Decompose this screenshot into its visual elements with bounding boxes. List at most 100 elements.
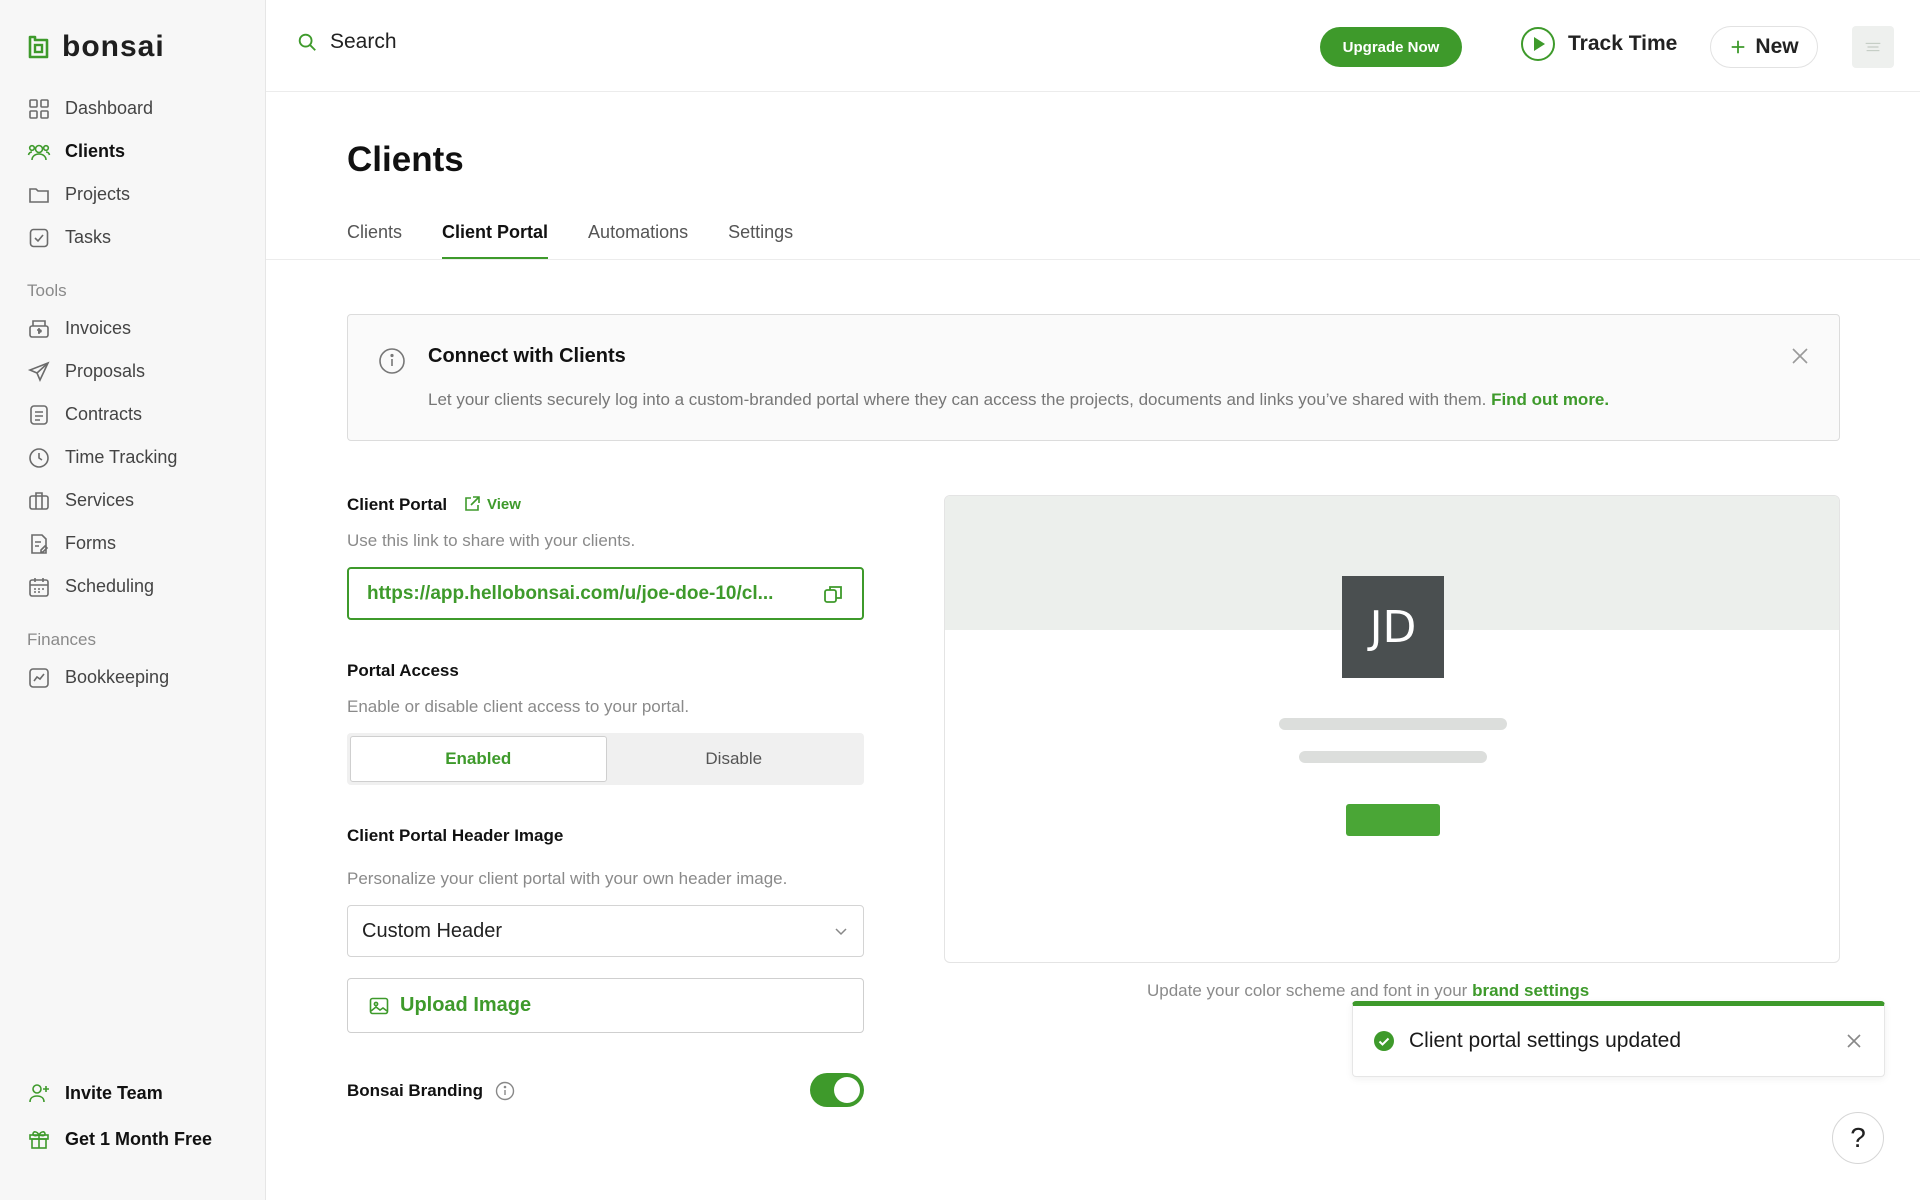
sidebar-section-tools: Tools	[27, 281, 67, 300]
sidebar-item-contracts[interactable]: Contracts	[0, 393, 266, 436]
grid-icon	[29, 98, 49, 119]
sidebar-item-services[interactable]: Services	[0, 479, 266, 522]
help-button[interactable]: ?	[1832, 1112, 1884, 1164]
sidebar-item-label: Clients	[65, 141, 126, 161]
sidebar-item-label: Tasks	[65, 227, 112, 247]
find-out-more-link[interactable]: Find out more.	[1491, 390, 1609, 409]
preview-placeholder-line	[1279, 718, 1507, 730]
clock-icon	[29, 447, 49, 468]
sidebar-item-label: Dashboard	[65, 98, 154, 118]
sidebar-bottom: Invite Team Get 1 Month Free	[0, 1070, 266, 1162]
tabs-divider	[266, 259, 1920, 260]
toast-notification: Client portal settings updated	[1352, 1001, 1885, 1077]
info-icon[interactable]	[495, 1081, 515, 1101]
view-label: View	[487, 495, 521, 513]
avatar-image-icon	[1865, 42, 1881, 52]
sidebar-item-label: Invoices	[65, 318, 132, 338]
search-button[interactable]: Search	[296, 30, 397, 54]
portal-preview: JD	[944, 495, 1840, 963]
sidebar-item-label: Scheduling	[65, 576, 155, 596]
sidebar-item-label: Services	[65, 490, 135, 510]
info-icon	[379, 348, 405, 374]
search-icon	[298, 33, 316, 51]
preview-placeholder-line	[1299, 751, 1487, 763]
user-plus-icon	[29, 1084, 49, 1103]
check-circle-icon	[1374, 1031, 1394, 1051]
sidebar-item-label: Forms	[65, 533, 116, 553]
info-description: Let your clients securely log into a cus…	[428, 390, 1492, 409]
connect-info-banner: Connect with Clients Let your clients se…	[347, 314, 1840, 441]
view-portal-link[interactable]: View	[463, 495, 521, 513]
form-icon	[31, 533, 49, 554]
chevron-down-icon	[835, 928, 847, 936]
sidebar-item-projects[interactable]: Projects	[0, 173, 266, 216]
external-link-icon	[465, 496, 480, 511]
sidebar-item-label: Invite Team	[65, 1082, 163, 1103]
sidebar-item-tasks[interactable]: Tasks	[0, 216, 266, 259]
header-image-label: Client Portal Header Image	[347, 826, 564, 845]
sidebar-item-label: Contracts	[65, 404, 143, 424]
sidebar-item-scheduling[interactable]: Scheduling	[0, 565, 266, 608]
info-title: Connect with Clients	[428, 345, 626, 367]
portal-url: https://app.hellobonsai.com/u/joe-doe-10…	[367, 582, 774, 604]
page-title: Clients	[347, 140, 464, 179]
sidebar-section-finances: Finances	[27, 630, 96, 649]
track-time-label: Track Time	[1568, 32, 1678, 55]
sidebar-item-bookkeeping[interactable]: Bookkeeping	[0, 656, 266, 699]
portal-access-label: Portal Access	[347, 661, 459, 680]
document-icon	[30, 404, 48, 425]
bonsai-branding-toggle[interactable]	[810, 1073, 864, 1107]
new-label: New	[1755, 35, 1799, 58]
sidebar-nav: Dashboard Clients Projects Tasks Tools I…	[0, 87, 266, 699]
preview-avatar: JD	[1342, 576, 1444, 678]
logo-text: bonsai	[62, 30, 165, 63]
enabled-option[interactable]: Enabled	[350, 736, 607, 782]
invite-team-button[interactable]: Invite Team	[0, 1070, 266, 1116]
sidebar-item-label: Proposals	[65, 361, 146, 381]
checkbox-icon	[29, 228, 49, 247]
top-bar: Search Upgrade Now Track Time New	[266, 0, 1920, 92]
tab-client-portal[interactable]: Client Portal	[442, 218, 549, 260]
sidebar-item-invoices[interactable]: Invoices	[0, 307, 266, 350]
get-free-month-button[interactable]: Get 1 Month Free	[0, 1116, 266, 1162]
preview-button-placeholder	[1346, 804, 1440, 836]
sidebar-item-label: Bookkeeping	[65, 667, 170, 687]
tabs: Clients Client Portal Automations Settin…	[347, 218, 793, 260]
header-image-select[interactable]: Custom Header	[347, 905, 864, 957]
plus-icon	[1732, 40, 1745, 54]
portal-access-hint: Enable or disable client access to your …	[347, 697, 690, 716]
sidebar-item-time-tracking[interactable]: Time Tracking	[0, 436, 266, 479]
image-icon	[369, 997, 389, 1014]
tab-settings[interactable]: Settings	[728, 218, 793, 260]
play-icon	[1521, 27, 1555, 61]
portal-access-toggle: Enabled Disable	[347, 733, 864, 785]
sidebar-item-label: Time Tracking	[65, 447, 178, 467]
tab-automations[interactable]: Automations	[588, 218, 688, 260]
brand-settings-link[interactable]: brand settings	[1472, 981, 1589, 1000]
close-icon[interactable]	[1844, 1031, 1864, 1051]
disable-option[interactable]: Disable	[607, 736, 862, 782]
brand-settings-note: Update your color scheme and font in you…	[1147, 981, 1589, 1001]
sidebar-item-label: Get 1 Month Free	[65, 1128, 213, 1149]
sidebar-item-dashboard[interactable]: Dashboard	[0, 87, 266, 130]
sidebar-item-clients[interactable]: Clients	[0, 130, 266, 173]
sidebar-item-proposals[interactable]: Proposals	[0, 350, 266, 393]
tab-clients[interactable]: Clients	[347, 218, 402, 260]
portal-url-field[interactable]: https://app.hellobonsai.com/u/joe-doe-10…	[347, 567, 864, 620]
bonsai-logo-icon	[28, 35, 49, 59]
logo[interactable]: bonsai	[26, 30, 165, 64]
send-icon	[27, 361, 50, 382]
bonsai-branding-row: Bonsai Branding	[347, 1081, 515, 1101]
upload-image-button[interactable]: Upload Image	[347, 978, 864, 1033]
upgrade-now-button[interactable]: Upgrade Now	[1320, 27, 1462, 67]
sidebar-item-forms[interactable]: Forms	[0, 522, 266, 565]
user-avatar[interactable]	[1852, 26, 1894, 68]
track-time-button[interactable]: Track Time	[1520, 26, 1677, 62]
new-button[interactable]: New	[1710, 26, 1818, 68]
briefcase-icon	[29, 491, 49, 510]
copy-icon[interactable]	[822, 583, 844, 605]
close-icon[interactable]	[1789, 345, 1811, 367]
header-image-hint: Personalize your client portal with your…	[347, 869, 788, 888]
calendar-icon	[29, 577, 49, 597]
sidebar: bonsai Dashboard Clients Projects Tasks …	[0, 0, 266, 1200]
